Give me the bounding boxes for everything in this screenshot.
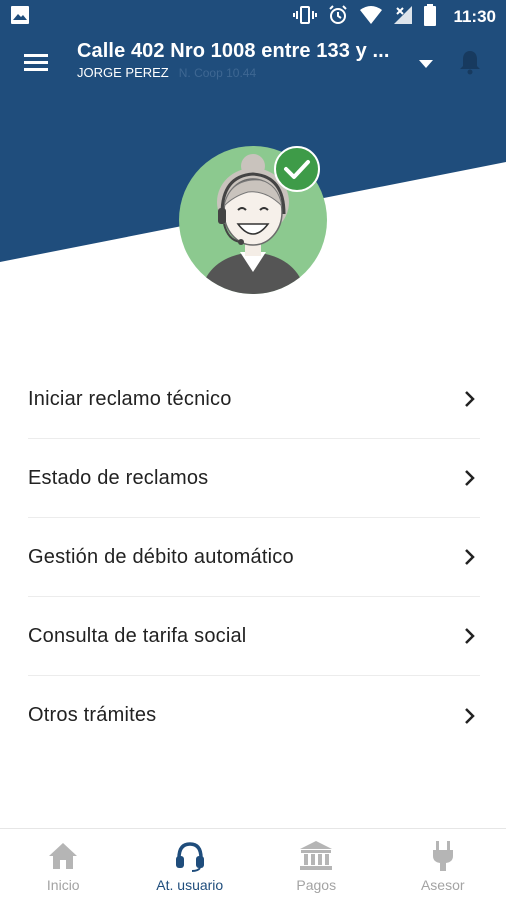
status-right: 11:30	[293, 3, 496, 31]
menu-item-debito-automatico[interactable]: Gestión de débito automático	[28, 518, 480, 597]
menu-item-label: Gestión de débito automático	[28, 545, 294, 568]
menu-item-label: Otros trámites	[28, 704, 157, 726]
caret-down-icon	[419, 60, 433, 68]
menu-item-otros-tramites[interactable]: Otros trámites	[28, 676, 480, 755]
image-icon	[10, 5, 30, 30]
nav-item-asesor[interactable]: Asesor	[380, 829, 506, 900]
status-time: 11:30	[453, 7, 496, 26]
nav-item-inicio[interactable]: Inicio	[0, 829, 127, 900]
hamburger-icon	[24, 54, 48, 71]
menu-item-label: Consulta de tarifa social	[28, 624, 247, 647]
wifi-icon	[359, 5, 383, 30]
home-icon	[45, 839, 81, 873]
service-menu-list: Iniciar reclamo técnico Estado de reclam…	[28, 360, 480, 755]
chevron-right-icon	[460, 626, 480, 646]
account-selector[interactable]: Calle 402 Nro 1008 entre 133 y ... JORGE…	[77, 40, 407, 80]
nav-label: Asesor	[420, 877, 465, 893]
chevron-right-icon	[460, 706, 480, 726]
menu-item-estado-reclamos[interactable]: Estado de reclamos	[28, 439, 480, 518]
user-row: JORGE PEREZ N. Coop 10.44	[77, 65, 407, 80]
chevron-right-icon	[460, 389, 480, 409]
bank-icon	[298, 839, 334, 873]
signal-icon	[393, 5, 413, 30]
battery-icon	[423, 3, 437, 31]
status-bar: 11:30	[0, 0, 506, 34]
check-badge-icon	[274, 146, 320, 192]
app-bar: Calle 402 Nro 1008 entre 133 y ... JORGE…	[0, 34, 506, 90]
status-left	[10, 5, 293, 30]
vibrate-icon	[293, 5, 318, 30]
nav-item-at-usuario[interactable]: At. usuario	[127, 829, 254, 900]
account-dropdown-button[interactable]	[414, 54, 438, 74]
user-name: JORGE PEREZ	[77, 65, 169, 80]
headset-icon	[172, 839, 208, 873]
menu-button[interactable]	[20, 47, 52, 77]
plug-icon	[425, 839, 461, 873]
chevron-right-icon	[460, 468, 480, 488]
menu-item-label: Estado de reclamos	[28, 466, 209, 489]
account-number: N. Coop 10.44	[178, 66, 257, 80]
nav-label: Pagos	[296, 877, 337, 893]
menu-item-iniciar-reclamo[interactable]: Iniciar reclamo técnico	[28, 360, 480, 439]
menu-item-label: Iniciar reclamo técnico	[28, 387, 232, 410]
bell-icon	[460, 51, 480, 75]
nav-label: Inicio	[46, 877, 80, 893]
account-address: Calle 402 Nro 1008 entre 133 y ...	[77, 40, 390, 62]
menu-item-tarifa-social[interactable]: Consulta de tarifa social	[28, 597, 480, 676]
nav-item-pagos[interactable]: Pagos	[253, 829, 380, 900]
notifications-button[interactable]	[455, 46, 485, 78]
chevron-right-icon	[460, 547, 480, 567]
alarm-icon	[327, 4, 349, 31]
bottom-navigation: Inicio At. usuario Pagos Asesor	[0, 828, 506, 900]
nav-label: At. usuario	[156, 877, 224, 893]
